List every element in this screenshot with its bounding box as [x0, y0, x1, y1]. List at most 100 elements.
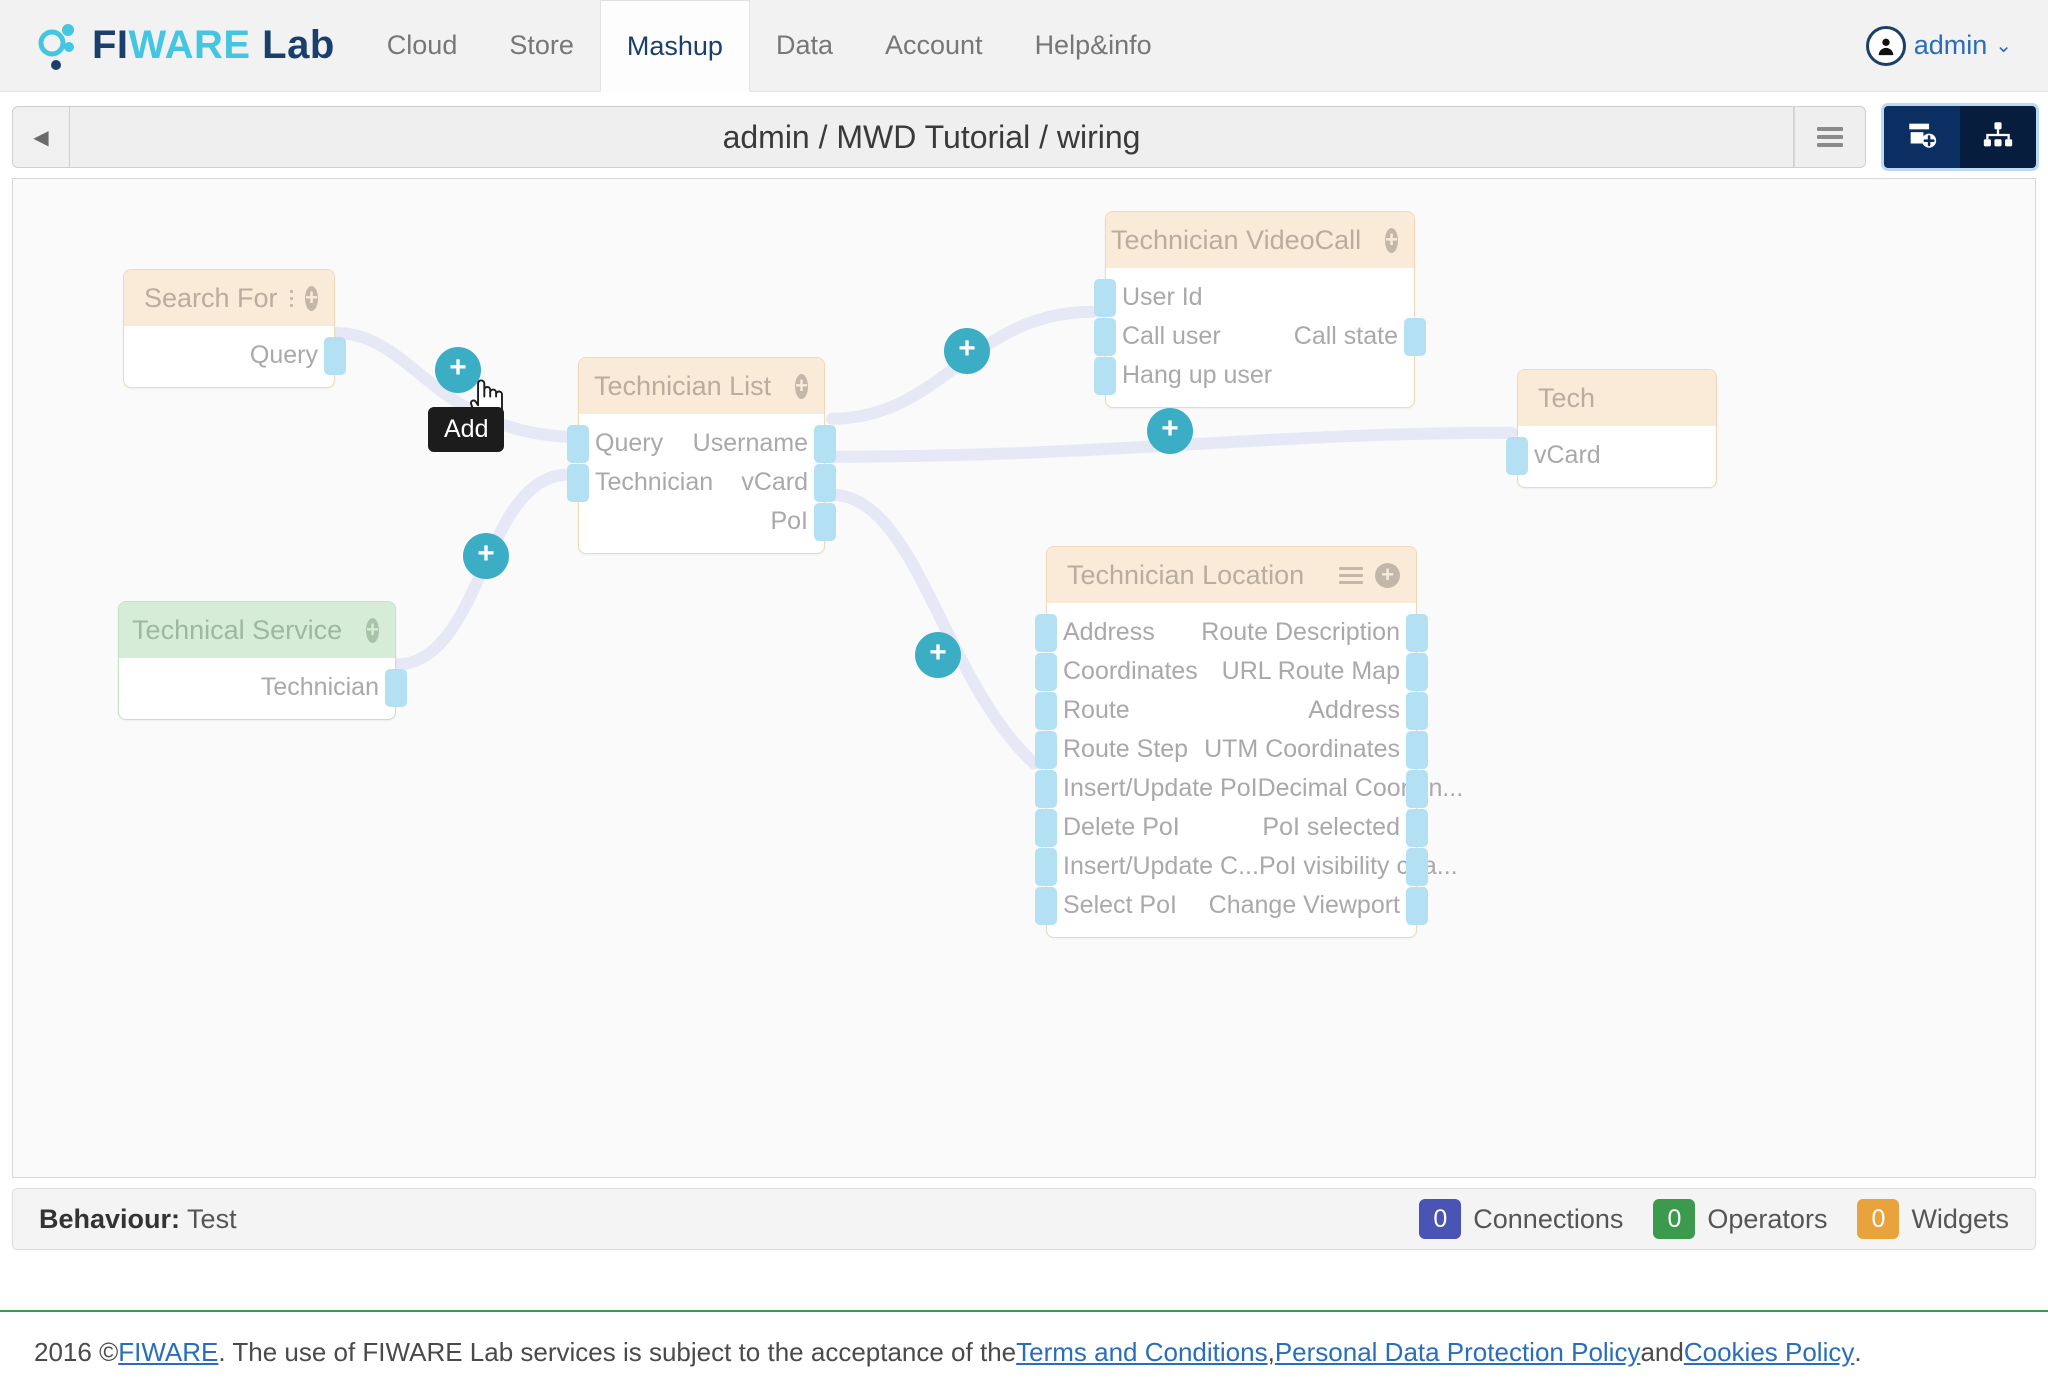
node-technician-clipped[interactable]: Tech vCard — [1506, 369, 1717, 488]
node-search-for[interactable]: Search For + Query — [123, 269, 346, 388]
input-port-handle[interactable] — [1094, 356, 1116, 395]
wiring-canvas[interactable]: Search For + Query Technician List + Que… — [12, 178, 2036, 1178]
port-row: Delete PoI PoI selected — [1035, 808, 1428, 847]
add-tooltip: Add — [428, 407, 505, 452]
output-port-handle[interactable] — [385, 668, 407, 707]
port-row: Hang up user — [1094, 356, 1414, 395]
node-menu-icon[interactable] — [289, 286, 294, 311]
node-technical-service[interactable]: Technical Service + Technician — [118, 601, 407, 720]
wiring-status-bar: Behaviour: Test 0 Connections 0 Operator… — [12, 1188, 2036, 1250]
node-technician-list[interactable]: Technician List + Query Username Technic… — [567, 357, 836, 554]
output-port-handle[interactable] — [1406, 769, 1428, 808]
nav-item-helpinfo[interactable]: Help&info — [1009, 0, 1178, 91]
output-port-label: Change Viewport — [1208, 891, 1400, 919]
port-row: Call user Call state — [1094, 317, 1426, 356]
output-port-label: Route Description — [1201, 618, 1400, 646]
node-menu-icon[interactable] — [1339, 563, 1363, 588]
nav-item-cloud[interactable]: Cloud — [361, 0, 484, 91]
edge-add-button[interactable]: + — [463, 533, 509, 579]
main-nav-items: Cloud Store Mashup Data Account Help&inf… — [361, 0, 1178, 92]
node-header[interactable]: Technician List + — [579, 358, 824, 414]
footer-link-fiware[interactable]: FIWARE — [118, 1337, 218, 1368]
hamburger-menu-icon — [1817, 123, 1843, 151]
output-port-handle[interactable] — [814, 502, 836, 541]
widgets-count-badge: 0 — [1857, 1199, 1900, 1239]
port-row: Coordinates URL Route Map — [1035, 652, 1428, 691]
node-add-icon[interactable]: + — [366, 617, 379, 643]
user-menu[interactable]: admin ⌄ — [1865, 0, 2048, 91]
input-port-handle[interactable] — [567, 463, 589, 502]
footer-link-terms[interactable]: Terms and Conditions — [1016, 1337, 1267, 1368]
output-port-handle[interactable] — [324, 336, 346, 375]
operators-label: Operators — [1707, 1203, 1828, 1234]
username-label: admin — [1913, 30, 1988, 60]
node-add-icon[interactable]: + — [1375, 562, 1400, 588]
output-port-handle[interactable] — [814, 463, 836, 502]
port-row: Insert/Update C... PoI visibility cha... — [1035, 847, 1458, 886]
node-header[interactable]: Technician Location + — [1047, 547, 1416, 603]
add-component-icon — [1905, 118, 1939, 157]
footer-link-cookies[interactable]: Cookies Policy — [1684, 1337, 1855, 1368]
node-technician-videocall[interactable]: Technician VideoCall + User Id Call user… — [1094, 211, 1426, 408]
workspace-toolbar: ◀ admin / MWD Tutorial / wiring — [12, 106, 2036, 168]
brand-logo[interactable]: FIWARE Lab — [0, 0, 361, 91]
output-port-handle[interactable] — [1406, 808, 1428, 847]
footer-text-1: . The use of FIWARE Lab services is subj… — [218, 1336, 1017, 1367]
input-port-handle[interactable] — [1506, 436, 1528, 475]
input-port-handle[interactable] — [1035, 691, 1057, 730]
nav-item-mashup[interactable]: Mashup — [599, 0, 750, 92]
nav-item-data[interactable]: Data — [750, 0, 859, 91]
output-port-handle[interactable] — [1404, 317, 1426, 356]
port-row: vCard — [1506, 436, 1716, 475]
counter-connections[interactable]: 0 Connections — [1419, 1199, 1623, 1239]
wiring-view-button[interactable] — [1960, 106, 2036, 168]
node-technician-location[interactable]: Technician Location + Address Route Desc… — [1035, 546, 1463, 938]
edge-add-button[interactable]: + — [435, 347, 481, 393]
node-header[interactable]: Search For + — [124, 270, 334, 326]
counter-widgets[interactable]: 0 Widgets — [1857, 1199, 2009, 1239]
output-port-handle[interactable] — [1406, 730, 1428, 769]
output-port-handle[interactable] — [1406, 613, 1428, 652]
footer-sep-1: , — [1267, 1336, 1275, 1367]
node-add-icon[interactable]: + — [305, 285, 318, 311]
output-port-handle[interactable] — [814, 424, 836, 463]
back-button[interactable]: ◀ — [12, 106, 70, 168]
input-port-label: Address — [1063, 618, 1155, 646]
input-port-handle[interactable] — [1035, 808, 1057, 847]
node-title: Technical Service — [132, 614, 343, 645]
output-port-handle[interactable] — [1406, 652, 1428, 691]
output-port-handle[interactable] — [1406, 691, 1428, 730]
output-port-handle[interactable] — [1406, 847, 1428, 886]
output-port-label: UTM Coordinates — [1204, 735, 1400, 763]
input-port-handle[interactable] — [1035, 769, 1057, 808]
port-row: Route Address — [1035, 691, 1428, 730]
node-header[interactable]: Tech — [1518, 370, 1716, 426]
plus-icon: + — [449, 351, 467, 384]
edge-add-button[interactable]: + — [915, 632, 961, 678]
edge-add-button[interactable]: + — [944, 328, 990, 374]
input-port-handle[interactable] — [567, 424, 589, 463]
input-port-label: Delete PoI — [1063, 813, 1180, 841]
counter-operators[interactable]: 0 Operators — [1653, 1199, 1827, 1239]
input-port-handle[interactable] — [1035, 652, 1057, 691]
input-port-handle[interactable] — [1035, 847, 1057, 886]
port-row: Technician vCard — [567, 463, 836, 502]
node-header[interactable]: Technician VideoCall + — [1106, 212, 1414, 268]
output-port-handle[interactable] — [1406, 886, 1428, 925]
input-port-handle[interactable] — [1094, 317, 1116, 356]
behaviour-indicator[interactable]: Behaviour: Test — [39, 1204, 237, 1235]
input-port-handle[interactable] — [1035, 613, 1057, 652]
add-component-button[interactable] — [1884, 106, 1960, 168]
footer-link-privacy[interactable]: Personal Data Protection Policy — [1275, 1337, 1641, 1368]
workspace-menu-button[interactable] — [1794, 106, 1866, 168]
nav-item-account[interactable]: Account — [859, 0, 1009, 91]
output-port-label: Call state — [1293, 322, 1398, 350]
node-header[interactable]: Technical Service + — [119, 602, 395, 658]
input-port-handle[interactable] — [1094, 278, 1116, 317]
input-port-handle[interactable] — [1035, 730, 1057, 769]
nav-item-store[interactable]: Store — [483, 0, 600, 91]
edge-add-button[interactable]: + — [1147, 408, 1193, 454]
node-add-icon[interactable]: + — [795, 373, 808, 399]
input-port-handle[interactable] — [1035, 886, 1057, 925]
node-add-icon[interactable]: + — [1385, 227, 1398, 253]
